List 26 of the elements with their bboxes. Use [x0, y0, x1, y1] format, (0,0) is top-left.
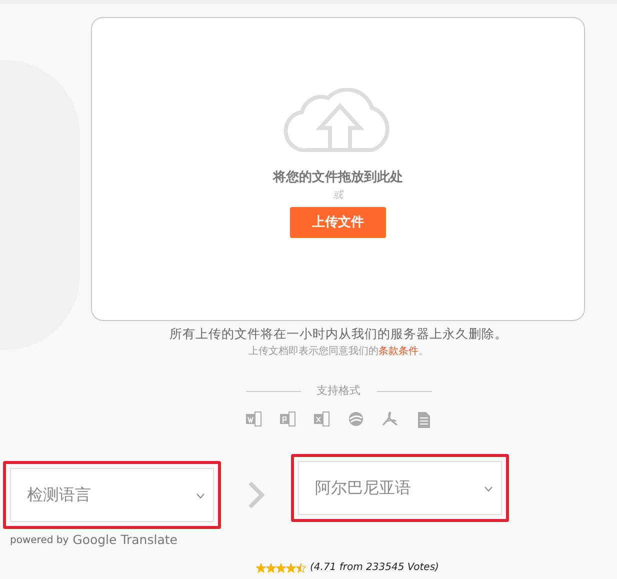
star-icon — [276, 562, 286, 573]
star-icon — [296, 562, 306, 573]
excel-file-icon — [312, 410, 330, 429]
chevron-right-icon — [247, 481, 265, 510]
terms-link[interactable]: 条款条件 — [378, 346, 418, 357]
deletion-notice: 所有上传的文件将在一小时内从我们的服务器上永久删除。 — [168, 325, 508, 343]
terms-notice: 上传文档即表示您同意我们的条款条件。 — [248, 344, 430, 359]
upload-button[interactable]: 上传文件 — [290, 206, 386, 238]
star-icon — [266, 562, 276, 573]
caret-icon — [484, 486, 493, 492]
or-label: 或 — [333, 188, 343, 202]
powerpoint-file-icon — [278, 410, 296, 429]
star-icon — [286, 562, 296, 573]
rating-text: (4.71 from 233545 Votes) — [310, 560, 439, 574]
star-icon — [256, 562, 266, 573]
google-translate-logo: Google Translate — [72, 531, 178, 550]
drop-instruction: 将您的文件拖放到此处 — [273, 168, 403, 187]
powered-by-label: powered by — [10, 534, 69, 548]
caret-icon — [196, 492, 205, 499]
selected-language: 检测语言 — [27, 484, 91, 506]
target-language-select[interactable]: 阿尔巴尼亚语 — [298, 461, 502, 516]
source-language-select[interactable]: 检测语言 — [10, 468, 214, 522]
drop-zone[interactable]: 将您的文件拖放到此处 或 上传文件 — [91, 17, 585, 321]
word-file-icon — [244, 410, 262, 429]
formats-label: 支持格式 — [316, 382, 360, 399]
selected-language: 阿尔巴尼亚语 — [315, 477, 411, 500]
